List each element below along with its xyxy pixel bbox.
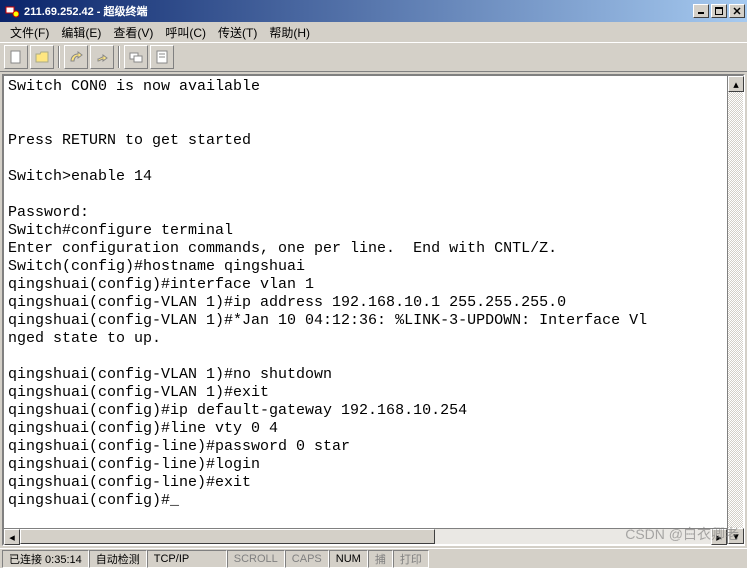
status-caps: CAPS [285, 550, 329, 568]
scroll-down-button[interactable]: ▾ [728, 528, 744, 544]
scrollbar-vertical[interactable]: ▴ ▾ [727, 76, 743, 544]
titlebar: 211.69.252.42 - 超级终端 [0, 0, 747, 22]
scroll-thumb-h[interactable] [20, 529, 435, 544]
scrollbar-horizontal[interactable]: ◂ ▸ [4, 528, 727, 544]
terminal-output[interactable]: Switch CON0 is now available Press RETUR… [4, 76, 727, 544]
maximize-button[interactable] [711, 4, 727, 18]
status-capture: 捕 [368, 550, 393, 568]
status-num: NUM [329, 550, 368, 568]
tool-send[interactable] [124, 45, 148, 69]
tool-separator-2 [118, 46, 120, 68]
menu-edit[interactable]: 编辑(E) [55, 22, 107, 43]
scroll-track-v[interactable] [728, 92, 743, 528]
tool-disconnect[interactable] [90, 45, 114, 69]
terminal-frame: Switch CON0 is now available Press RETUR… [2, 74, 745, 546]
tool-connect[interactable] [64, 45, 88, 69]
toolbar [0, 42, 747, 72]
status-protocol: TCP/IP [147, 550, 227, 568]
minimize-button[interactable] [693, 4, 709, 18]
scroll-track-h[interactable] [20, 529, 711, 544]
menubar: 文件(F) 编辑(E) 查看(V) 呼叫(C) 传送(T) 帮助(H) [0, 22, 747, 42]
statusbar: 已连接 0:35:14 自动检测 TCP/IP SCROLL CAPS NUM … [0, 548, 747, 568]
tool-new[interactable] [4, 45, 28, 69]
scroll-left-button[interactable]: ◂ [4, 529, 20, 545]
status-scroll: SCROLL [227, 550, 285, 568]
window-title: 211.69.252.42 - 超级终端 [24, 3, 693, 19]
app-icon [4, 3, 20, 19]
tool-properties[interactable] [150, 45, 174, 69]
tool-separator [58, 46, 60, 68]
scroll-right-button[interactable]: ▸ [711, 529, 727, 545]
menu-call[interactable]: 呼叫(C) [159, 22, 212, 43]
menu-transfer[interactable]: 传送(T) [212, 22, 263, 43]
status-autodetect: 自动检测 [89, 550, 147, 568]
close-button[interactable] [729, 4, 745, 18]
scroll-up-button[interactable]: ▴ [728, 76, 744, 92]
menu-file[interactable]: 文件(F) [4, 22, 55, 43]
tool-open[interactable] [30, 45, 54, 69]
menu-view[interactable]: 查看(V) [107, 22, 159, 43]
status-print: 打印 [393, 550, 429, 568]
status-connected: 已连接 0:35:14 [2, 550, 89, 568]
menu-help[interactable]: 帮助(H) [263, 22, 316, 43]
